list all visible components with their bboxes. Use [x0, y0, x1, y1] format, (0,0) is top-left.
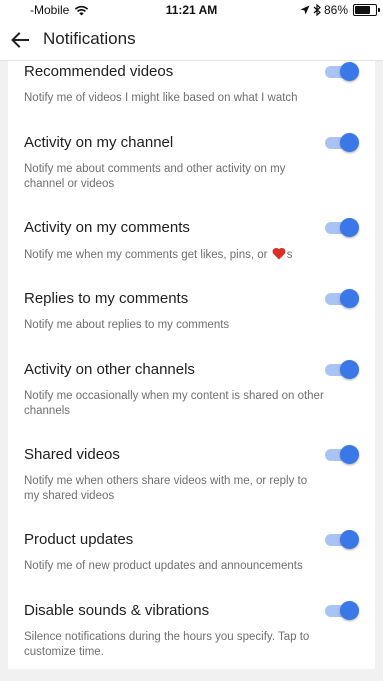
setting-title: Activity on my channel — [24, 134, 174, 151]
toggle-activity-on-my-channel[interactable] — [325, 132, 359, 152]
page-title: Notifications — [43, 29, 136, 48]
setting-row-activity-on-my-channel[interactable]: Activity on my channel Notify me about c… — [8, 131, 375, 201]
setting-row-activity-on-other-channels[interactable]: Activity on other channels Notify me occ… — [8, 358, 375, 428]
status-right: 86% — [300, 3, 380, 17]
setting-row-recommended-videos[interactable]: Recommended videos Notify me of videos I… — [8, 61, 375, 117]
setting-description: Silence notifications during the hours y… — [24, 631, 310, 658]
battery-percent: 86% — [323, 3, 348, 17]
toggle-activity-on-other-channels[interactable] — [325, 359, 359, 379]
description-text: Notify me when my comments get likes, pi… — [24, 249, 271, 261]
setting-title: Activity on other channels — [24, 361, 195, 378]
setting-description: Notify me about comments and other activ… — [24, 163, 286, 190]
bluetooth-icon — [313, 4, 321, 16]
setting-row-activity-on-my-comments[interactable]: Activity on my comments Notify me when m… — [8, 216, 375, 272]
toggle-product-updates[interactable] — [325, 529, 359, 549]
scroll-edge — [375, 61, 383, 669]
toggle-replies-to-my-comments[interactable] — [325, 288, 359, 308]
arrow-left-icon — [11, 32, 29, 48]
setting-row-replies-to-my-comments[interactable]: Replies to my comments Notify me about r… — [8, 287, 375, 343]
toggle-recommended-videos[interactable] — [325, 61, 359, 81]
heart-icon — [272, 247, 286, 265]
setting-description: Notify me of videos I might like based o… — [24, 92, 298, 104]
setting-row-shared-videos[interactable]: Shared videos Notify me when others shar… — [8, 443, 375, 513]
setting-description: Notify me about replies to my comments — [24, 319, 230, 331]
app-bar: Notifications — [0, 20, 383, 61]
description-suffix: s — [286, 249, 293, 261]
setting-description: Notify me when others share videos with … — [24, 475, 308, 502]
notification-settings-list: Recommended videos Notify me of videos I… — [8, 61, 375, 669]
back-button[interactable] — [6, 24, 34, 56]
setting-title: Recommended videos — [24, 63, 174, 80]
toggle-activity-on-my-comments[interactable] — [325, 217, 359, 237]
setting-title: Disable sounds & vibrations — [24, 602, 210, 619]
setting-description: Notify me when my comments get likes, pi… — [24, 247, 324, 265]
setting-row-disable-sounds-vibrations[interactable]: Disable sounds & vibrations Silence noti… — [8, 599, 375, 669]
setting-description: Notify me occasionally when my content i… — [24, 390, 324, 417]
setting-description: Notify me of new product updates and ann… — [24, 560, 303, 572]
toggle-shared-videos[interactable] — [325, 444, 359, 464]
battery-icon — [353, 4, 380, 16]
setting-title: Activity on my comments — [24, 219, 190, 236]
location-icon — [300, 5, 310, 15]
setting-title: Shared videos — [24, 446, 120, 463]
status-bar: -Mobile 11:21 AM 86% — [0, 0, 383, 20]
setting-title: Replies to my comments — [24, 290, 189, 307]
setting-title: Product updates — [24, 531, 134, 548]
setting-row-product-updates[interactable]: Product updates Notify me of new product… — [8, 528, 375, 584]
toggle-disable-sounds-vibrations[interactable] — [325, 600, 359, 620]
